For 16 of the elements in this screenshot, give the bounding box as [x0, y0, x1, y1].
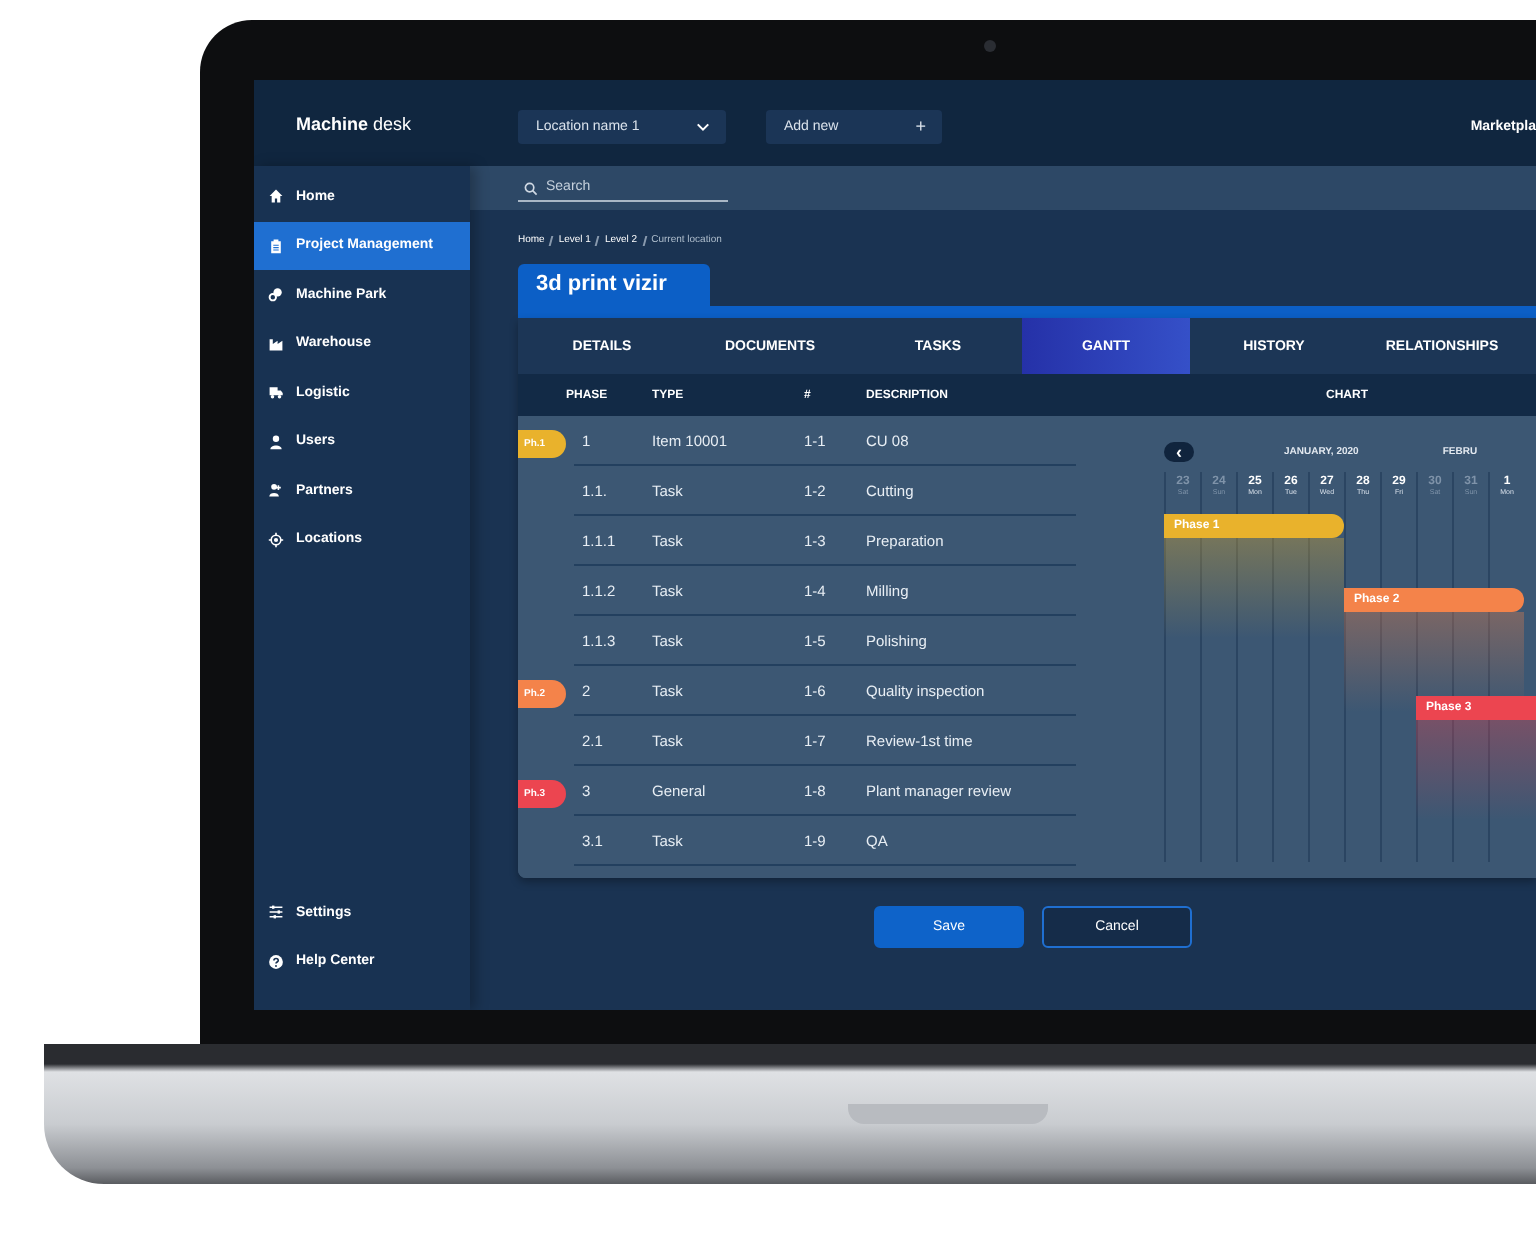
camera-icon: [984, 40, 996, 52]
clipboard-icon: [268, 237, 284, 253]
previous-button[interactable]: ‹: [1164, 441, 1194, 461]
user-icon: [268, 433, 284, 449]
app-logo: Machine desk: [296, 113, 414, 133]
bar-glow: [1416, 720, 1536, 820]
help-icon: [268, 953, 284, 969]
users-icon: [268, 482, 284, 498]
home-icon: [268, 188, 284, 204]
search-icon: [524, 181, 538, 195]
factory-icon: [268, 335, 284, 351]
chevron-down-icon: [696, 121, 710, 131]
truck-icon: [268, 384, 284, 400]
project-title: 3d print vizir: [518, 264, 710, 306]
sliders-icon: [268, 904, 284, 920]
target-icon: [268, 531, 284, 547]
